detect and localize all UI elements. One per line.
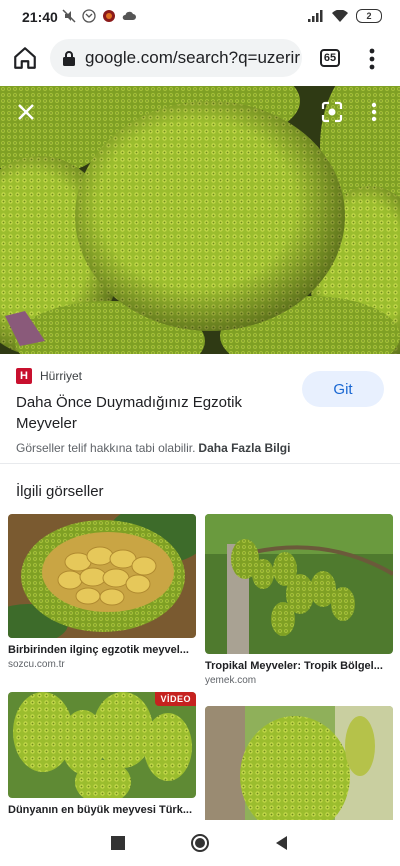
result-info: H Hürriyet Daha Önce Duymadığınız Egzoti… [0,354,400,464]
preview-image[interactable] [0,86,400,354]
url-text[interactable]: google.com/search?q=uzerir [85,48,300,68]
learn-more-link[interactable]: Daha Fazla Bilgi [198,441,290,455]
browser-toolbar: google.com/search?q=uzerir 65 [0,34,400,84]
more-vert-icon [371,102,377,122]
lens-search-button[interactable] [318,98,346,126]
source-name[interactable]: Hürriyet [40,369,82,383]
related-thumbnail[interactable] [205,706,393,820]
related-caption[interactable]: Dünyanın en büyük meyvesi Türk... [8,804,196,816]
visit-button[interactable]: Git [302,371,384,407]
divider [0,463,400,464]
source-favicon: H [16,368,32,384]
result-title[interactable]: Daha Önce Duymadığınız Egzotik Meyveler [16,392,266,434]
related-heading: İlgili görseller [16,483,104,500]
close-preview-button[interactable] [12,98,40,126]
copyright-notice: Görseller telif hakkına tabi olabilir. Da… [16,441,290,455]
related-item[interactable]: Birbirinden ilginç egzotik meyvel... soz… [8,514,196,670]
copyright-text: Görseller telif hakkına tabi olabilir. [16,441,196,455]
jackfruit-tree-image [205,514,393,654]
open-jackfruit-image [8,514,196,638]
related-item[interactable]: Tropikal Meyveler: Tropik Bölgel... yeme… [205,514,393,686]
related-thumbnail[interactable] [8,514,196,638]
status-time: 21:40 [22,9,58,25]
system-nav-bar [0,820,400,866]
preview-more-button[interactable] [360,98,388,126]
status-bar: 21:40 2 [0,0,400,34]
signal-icon [308,10,323,22]
wifi-icon [332,10,348,22]
related-caption[interactable]: Tropikal Meyveler: Tropik Bölgel... [205,660,393,672]
tab-switcher-button[interactable]: 65 [320,49,340,67]
related-caption[interactable]: Birbirinden ilginç egzotik meyvel... [8,644,196,656]
hanging-jackfruit-image [8,692,196,798]
address-bar[interactable]: google.com/search?q=uzerir [50,39,302,77]
cloud-icon [122,11,136,20]
app-notification-icon [103,10,115,22]
source-row[interactable]: H Hürriyet [16,368,82,384]
related-thumbnail[interactable] [205,514,393,654]
missed-call-icon [82,9,96,23]
lens-icon [321,101,343,123]
notification-icons [62,9,136,23]
related-thumbnail[interactable]: VİDEO [8,692,196,798]
related-domain: yemek.com [205,675,257,686]
back-icon[interactable] [272,833,292,853]
related-domain: sozcu.com.tr [8,659,65,670]
battery-indicator: 2 [356,9,382,23]
home-icon[interactable] [12,45,38,71]
system-icons: 2 [308,9,382,23]
video-badge: VİDEO [155,692,196,706]
recents-icon[interactable] [108,833,128,853]
related-item[interactable] [205,706,393,820]
related-item[interactable]: VİDEO Dünyanın en büyük meyvesi Türk... [8,692,196,816]
home-nav-icon[interactable] [190,833,210,853]
jackfruit-image [0,86,400,354]
tab-count: 65 [323,52,337,64]
mute-icon [62,9,76,23]
battery-level: 2 [366,11,372,21]
close-icon [18,104,34,120]
more-options-icon[interactable] [362,46,382,72]
trunk-jackfruit-image [205,706,393,820]
lock-icon[interactable] [62,50,76,66]
